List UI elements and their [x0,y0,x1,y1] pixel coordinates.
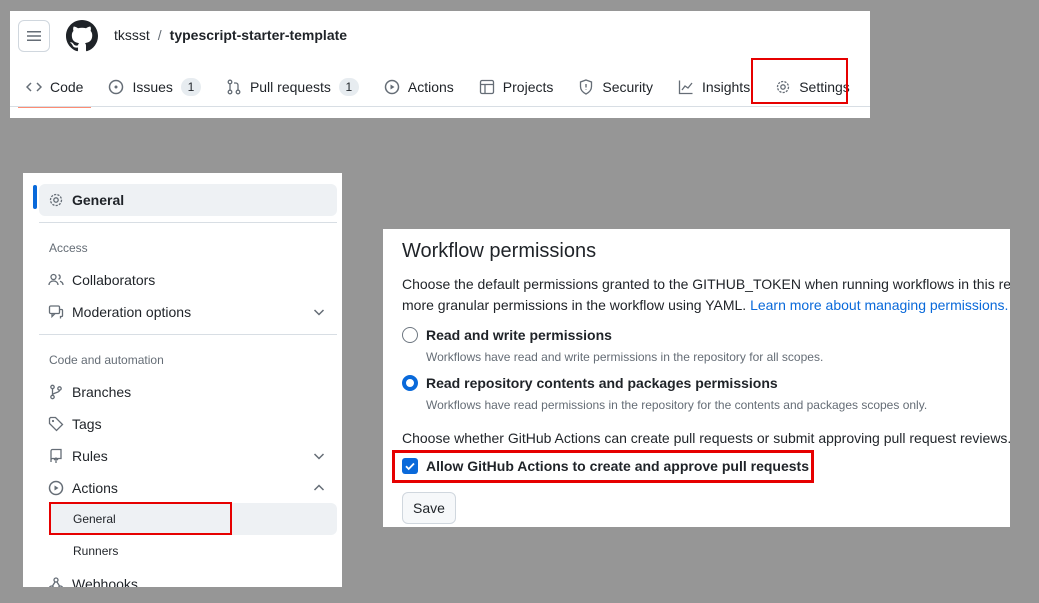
settings-sidebar: General Access Collaborators Moderation … [23,173,342,587]
tab-pull-requests[interactable]: Pull requests 1 [218,67,367,107]
sidebar-subitem-label: Runners [73,544,119,558]
table-icon [479,79,495,95]
repo-header: tkssst / typescript-starter-template Cod… [10,11,870,118]
sidebar-divider [39,334,337,335]
radio-read-only[interactable] [402,375,418,391]
workflow-permissions-panel: Workflow permissions Choose the default … [383,229,1010,527]
tab-insights[interactable]: Insights [670,67,758,107]
sidebar-item-label: Actions [72,480,118,496]
menu-button[interactable] [18,20,50,52]
issues-count-badge: 1 [180,78,201,96]
sidebar-subitem-runners[interactable]: Runners [49,535,337,567]
learn-more-link[interactable]: Learn more about managing permissions. [750,297,1008,313]
repo-owner-link[interactable]: tkssst [114,27,150,43]
chevron-down-icon [311,448,327,464]
allow-option-highlight-box [392,450,814,483]
pr-permission-question: Choose whether GitHub Actions can create… [402,430,1010,446]
tab-projects[interactable]: Projects [471,67,562,107]
sidebar-item-label: Tags [72,416,102,432]
tabs-divider [10,106,870,107]
shield-icon [578,79,594,95]
sidebar-item-collaborators[interactable]: Collaborators [39,264,337,296]
git-branch-icon [48,384,64,400]
sidebar-item-branches[interactable]: Branches [39,376,337,408]
radio-note: Workflows have read permissions in the r… [426,398,928,412]
option-read-only[interactable]: Read repository contents and packages pe… [402,375,778,391]
sidebar-item-general[interactable]: General [39,184,337,216]
sidebar-item-tags[interactable]: Tags [39,408,337,440]
sidebar-item-webhooks[interactable]: Webhooks [39,568,337,587]
sidebar-item-label: General [72,192,125,208]
section-title: Workflow permissions [402,240,597,262]
breadcrumb-separator: / [157,27,162,43]
tab-label: Pull requests [249,79,331,95]
sidebar-item-actions[interactable]: Actions [39,472,337,504]
chevron-down-icon [311,304,327,320]
tab-label: Projects [502,79,554,95]
tag-icon [48,416,64,432]
tab-actions[interactable]: Actions [376,67,462,107]
tab-security[interactable]: Security [570,67,661,107]
radio-label: Read and write permissions [426,327,612,343]
tab-label: Insights [701,79,751,95]
github-logo-icon[interactable] [66,20,98,52]
radio-label: Read repository contents and packages pe… [426,375,778,391]
actions-general-highlight-box [49,502,232,535]
radio-note: Workflows have read and write permission… [426,350,824,364]
save-button[interactable]: Save [402,492,456,524]
code-icon [26,79,42,95]
play-icon [48,480,64,496]
description-line: Choose the default permissions granted t… [402,276,1010,292]
section-description: Choose the default permissions granted t… [402,274,1010,316]
breadcrumb: tkssst / typescript-starter-template [114,27,347,43]
sidebar-item-label: Branches [72,384,132,400]
sidebar-item-rules[interactable]: Rules [39,440,337,472]
people-icon [48,272,64,288]
description-text: more granular permissions in the workflo… [402,297,747,313]
repo-tabs: Code Issues 1 Pull requests 1 Actions Pr… [18,67,867,108]
description-line-2: more granular permissions in the workflo… [402,295,1010,316]
tab-label: Actions [407,79,454,95]
tab-issues[interactable]: Issues 1 [100,67,208,107]
comment-discussion-icon [48,304,64,320]
webhook-icon [48,576,64,587]
active-indicator [33,185,37,209]
sidebar-item-label: Rules [72,448,108,464]
option-read-write[interactable]: Read and write permissions [402,327,612,343]
chevron-up-icon [311,480,327,496]
graph-icon [678,79,694,95]
sidebar-item-label: Moderation options [72,304,192,320]
sidebar-item-moderation-options[interactable]: Moderation options [39,296,337,328]
tab-label: Issues [132,79,173,95]
sidebar-item-label: Collaborators [72,272,156,288]
repo-push-icon [48,448,64,464]
sidebar-divider [39,222,337,223]
hamburger-icon [27,31,41,41]
sidebar-heading-access: Access [49,241,88,255]
issue-opened-icon [108,79,124,95]
git-pull-request-icon [226,79,242,95]
tab-label: Security [602,79,653,95]
pull-requests-count-badge: 1 [338,78,359,96]
radio-read-write[interactable] [402,327,418,343]
sidebar-item-label: Webhooks [72,576,138,587]
play-icon [384,79,400,95]
gear-icon [48,192,64,208]
repo-name-link[interactable]: typescript-starter-template [170,27,347,43]
tab-code[interactable]: Code [18,67,92,108]
sidebar-heading-code-automation: Code and automation [49,353,164,367]
settings-highlight-box [751,58,848,104]
tab-label: Code [50,79,84,95]
